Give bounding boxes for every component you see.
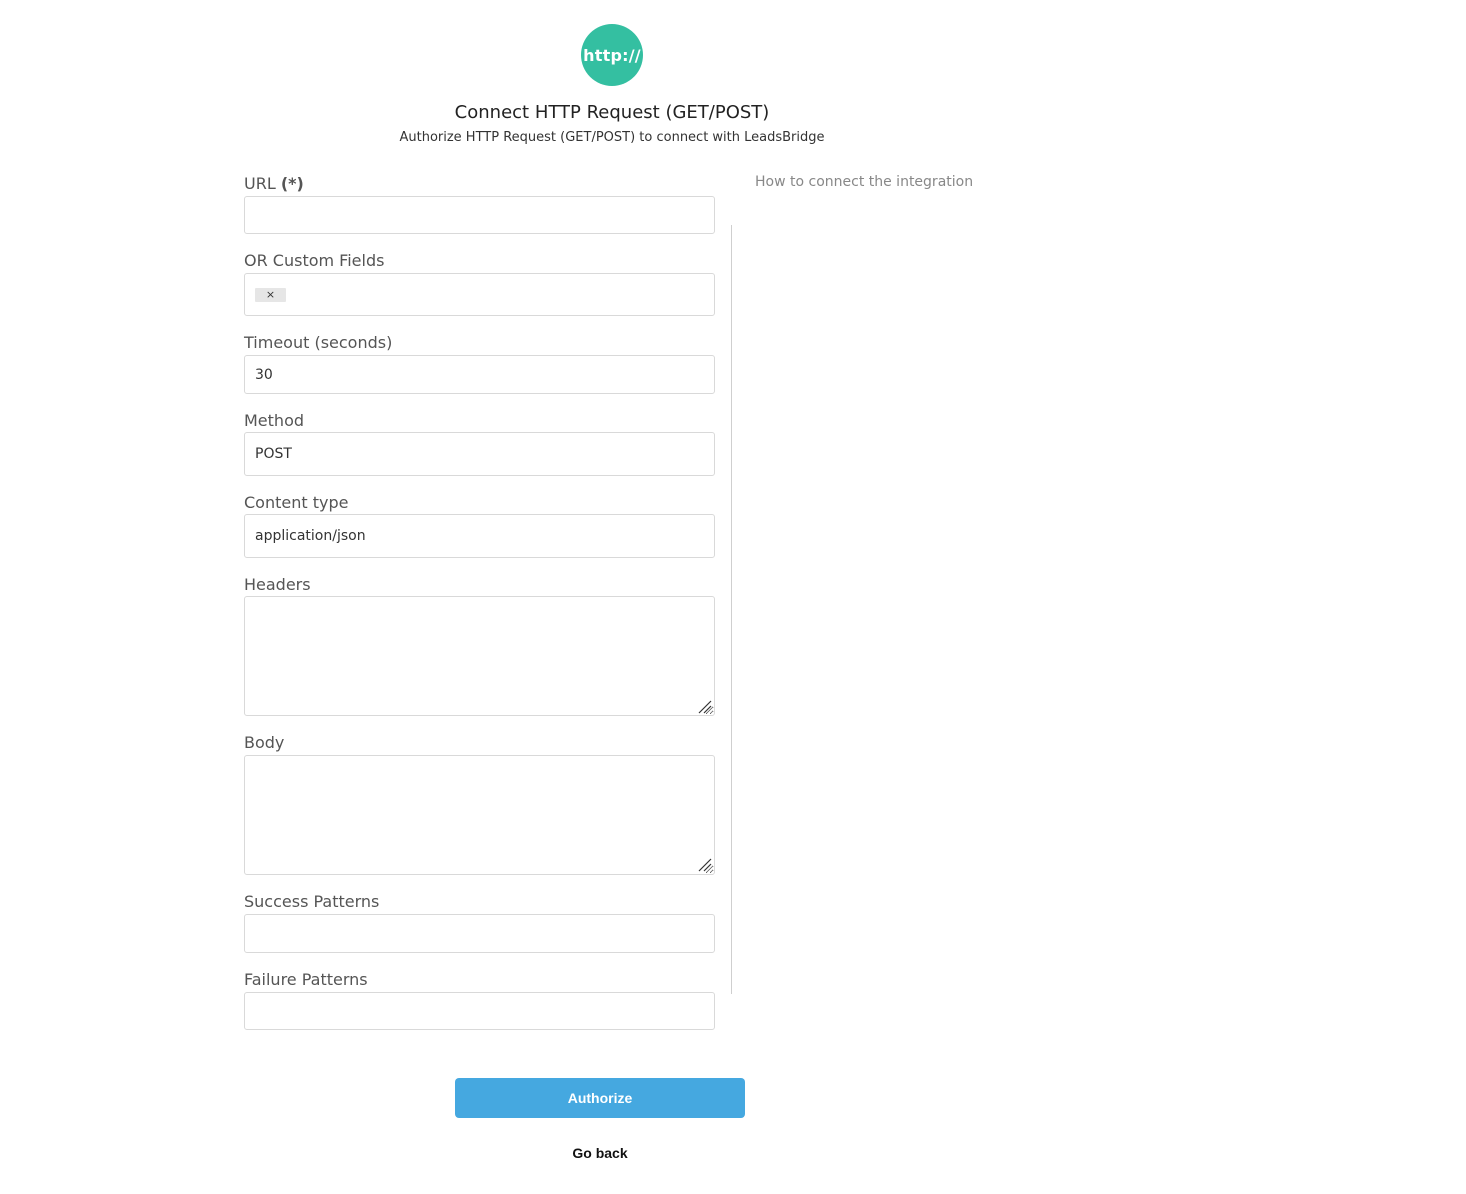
headers-textarea[interactable]: [244, 596, 715, 716]
column-divider: [731, 225, 732, 994]
http-logo: http://: [581, 24, 643, 86]
body-textarea[interactable]: [244, 755, 715, 875]
go-back-link[interactable]: Go back: [455, 1145, 745, 1161]
headers-label: Headers: [244, 575, 311, 594]
failure-patterns-input[interactable]: [244, 992, 715, 1030]
custom-fields-label: OR Custom Fields: [244, 251, 385, 270]
body-label: Body: [244, 733, 285, 752]
failure-patterns-label: Failure Patterns: [244, 970, 368, 989]
required-marker: (*): [280, 174, 304, 193]
success-patterns-label: Success Patterns: [244, 892, 380, 911]
page-title: Connect HTTP Request (GET/POST): [454, 102, 770, 123]
url-label-text: URL: [244, 174, 276, 193]
content-type-input[interactable]: [244, 514, 715, 558]
how-to-connect-link[interactable]: How to connect the integration: [755, 174, 973, 190]
authorize-button[interactable]: Authorize: [455, 1078, 745, 1118]
url-label: URL (*): [244, 174, 304, 193]
method-input[interactable]: [244, 432, 715, 476]
page-subtitle: Authorize HTTP Request (GET/POST) to con…: [399, 130, 825, 145]
url-input[interactable]: [244, 196, 715, 234]
timeout-input[interactable]: [244, 355, 715, 394]
content-type-label: Content type: [244, 493, 349, 512]
remove-tag-button[interactable]: ×: [255, 287, 286, 302]
custom-fields-input[interactable]: ×: [244, 273, 715, 316]
timeout-label: Timeout (seconds): [244, 333, 393, 352]
success-patterns-input[interactable]: [244, 914, 715, 953]
method-label: Method: [244, 411, 305, 430]
